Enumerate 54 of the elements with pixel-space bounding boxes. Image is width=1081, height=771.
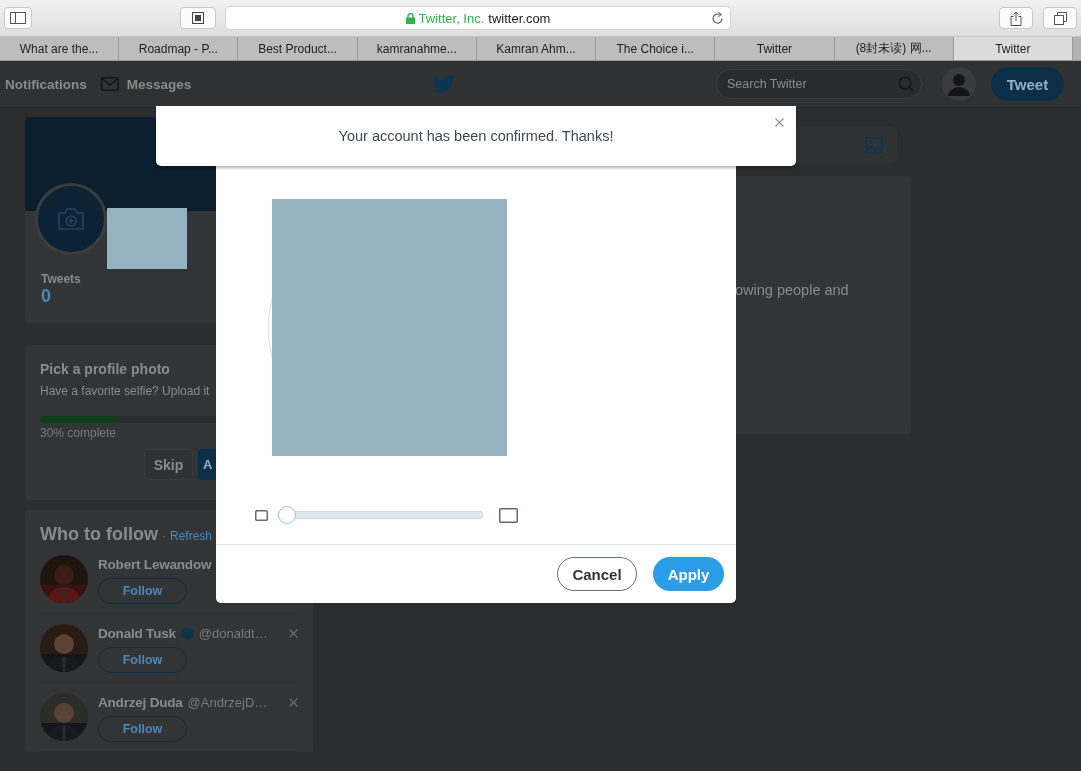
person-handle: @donaldt… (198, 625, 268, 641)
person-name[interactable]: Andrzej Duda (98, 694, 183, 710)
card-title: Who to follow (40, 524, 158, 545)
zoom-in-icon (499, 507, 518, 523)
browser-tab[interactable]: kamranahme... (357, 37, 477, 60)
share-button[interactable] (999, 7, 1033, 29)
search-field[interactable]: Search Twitter (716, 69, 922, 99)
browser-tab[interactable]: What are the... (0, 37, 120, 60)
reader-button[interactable] (180, 7, 216, 29)
nav-link[interactable]: Messages (100, 76, 192, 92)
tabs-icon (1053, 11, 1067, 25)
skip-button[interactable]: Skip (144, 449, 193, 480)
card-title: Pick a profile photo (40, 361, 171, 377)
cancel-button[interactable]: Cancel (557, 557, 637, 591)
lock-icon (405, 12, 415, 24)
zoom-out-icon (255, 509, 268, 521)
avatar-icon[interactable] (942, 67, 976, 101)
progress-text: 30% complete (40, 426, 118, 440)
certificate-name: Twitter, Inc. (418, 10, 485, 26)
reload-icon[interactable] (711, 12, 724, 25)
address-bar[interactable]: Twitter, Inc. twitter.com (225, 6, 731, 30)
refresh-link[interactable]: Refresh (169, 529, 212, 543)
sidebar-icon (10, 12, 26, 24)
tweet-button[interactable]: Tweet (991, 67, 1064, 101)
card-text: Have a favorite selfie? Upload it (40, 384, 211, 398)
slider-thumb[interactable] (278, 506, 296, 524)
browser-tab[interactable]: (8封未读) 网... (834, 37, 954, 60)
nav-link[interactable]: Notifications (5, 76, 87, 92)
reader-icon (192, 12, 204, 24)
browser-tab[interactable]: Twitter (715, 37, 835, 60)
browser-tab[interactable]: Twitter (953, 37, 1073, 60)
close-icon[interactable] (289, 697, 298, 707)
separator-dot: · (161, 529, 166, 543)
person-name[interactable]: Robert Lewandow (98, 556, 212, 572)
share-icon (1010, 10, 1022, 26)
tabs-overview-button[interactable] (1043, 7, 1077, 29)
stat-value[interactable]: 0 (41, 286, 81, 307)
stat-label: Tweets (41, 272, 81, 286)
person-name[interactable]: Donald Tusk (98, 625, 176, 641)
banner-message: Your account has been confirmed. Thanks! (338, 128, 614, 144)
browser-tab[interactable]: Kamran Ahm... (476, 37, 597, 60)
url-text: twitter.com (488, 10, 551, 26)
browser-tab[interactable]: Roadmap - P... (119, 37, 239, 60)
search-icon[interactable] (898, 76, 914, 92)
zoom-slider[interactable] (278, 506, 483, 524)
empty-timeline-text: owing people and (735, 282, 849, 300)
person-handle: @AndrzejD… (187, 694, 268, 710)
camera-plus-icon (57, 207, 85, 231)
close-icon[interactable] (289, 628, 298, 638)
browser-tab[interactable]: Best Product... (238, 37, 358, 60)
close-icon[interactable] (775, 118, 784, 127)
sidebar-button[interactable] (4, 7, 32, 29)
envelope-icon (100, 77, 119, 91)
browser-tab[interactable]: The Choice i... (596, 37, 716, 60)
